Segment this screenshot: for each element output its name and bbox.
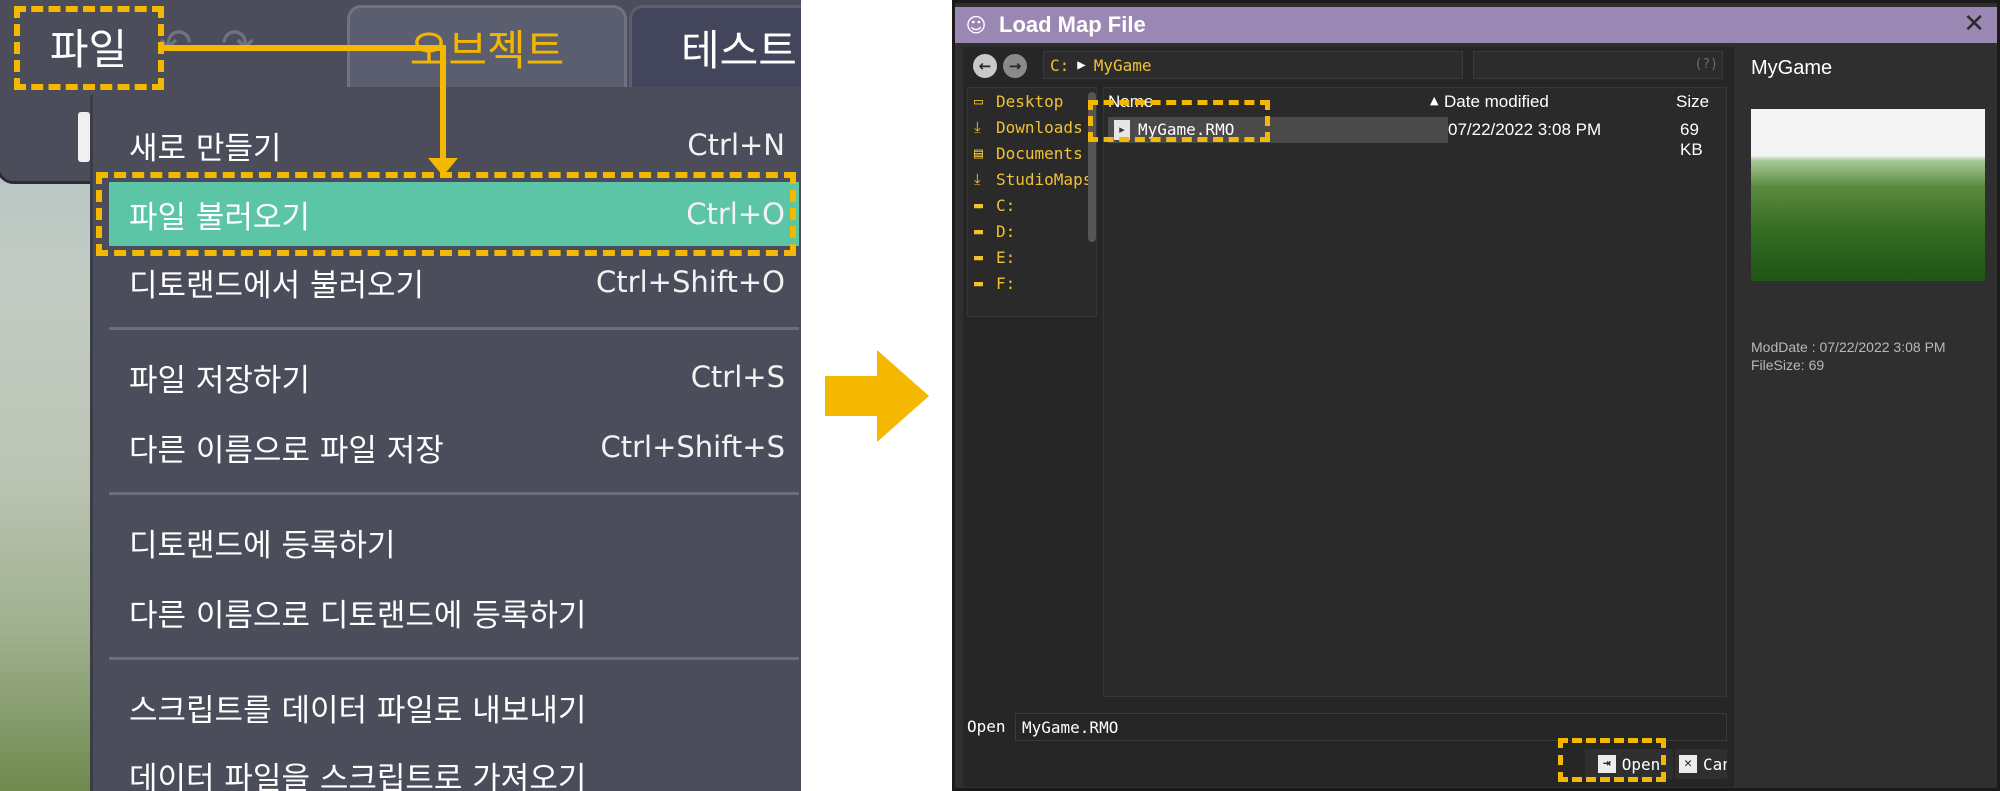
download-icon: ⤓ <box>974 118 981 136</box>
place-label: Documents <box>996 143 1083 163</box>
column-header-date[interactable]: Date modified <box>1444 92 1549 112</box>
place-label: E: <box>996 247 1016 267</box>
guide-arrow-head <box>428 158 458 176</box>
menu-item-shortcut: Ctrl+Shift+O <box>596 265 785 299</box>
path-breadcrumb: C: ▶ MyGame <box>1043 51 1463 79</box>
place-downloads[interactable]: ⤓ Downloads <box>968 114 1096 140</box>
sort-ascending-icon: ▲ <box>1430 94 1439 107</box>
column-header-size[interactable]: Size <box>1676 92 1709 112</box>
filename-input[interactable] <box>1015 713 1727 741</box>
preview-filesize: FileSize: 69 <box>1751 357 1825 373</box>
preview-title: MyGame <box>1751 57 1833 79</box>
cancel-x-icon: ✕ <box>1679 755 1697 773</box>
highlight-load-item <box>96 172 796 256</box>
cancel-button-label: Cancel <box>1703 754 1727 774</box>
download-icon: ⤓ <box>974 170 981 188</box>
place-label: D: <box>996 221 1016 241</box>
editor-view: 파일 ↶ ↷ 오브젝트 테스트 새로 만들기 Ctrl+N 파일 불러오기 Ct… <box>0 0 801 791</box>
guide-arrow-line <box>440 45 446 163</box>
dialog-titlebar[interactable]: ☺ Load Map File ✕ <box>955 7 1997 43</box>
menu-item-export-script[interactable]: 스크립트를 데이터 파일로 내보내기 <box>109 675 799 739</box>
menu-item-publish[interactable]: 디토랜드에 등록하기 <box>109 510 799 574</box>
place-studiomaps[interactable]: ⤓ StudioMaps <box>968 166 1096 192</box>
map-preview-image <box>1751 109 1985 281</box>
dialog-title: Load Map File <box>999 12 1146 37</box>
menu-item-shortcut: Ctrl+Shift+S <box>600 430 785 464</box>
cancel-button[interactable]: ✕ Cancel <box>1675 749 1727 779</box>
menu-item-label: 디토랜드에서 불러오기 <box>129 267 425 304</box>
place-drive-d[interactable]: ▬ D: <box>968 218 1096 244</box>
place-drive-f[interactable]: ▬ F: <box>968 270 1096 296</box>
menu-item-publish-as[interactable]: 다른 이름으로 디토랜드에 등록하기 <box>109 580 799 644</box>
redo-icon[interactable]: ↷ <box>221 21 255 67</box>
highlight-file-row <box>1088 100 1270 142</box>
menu-separator <box>109 327 799 330</box>
filename-label: Open <box>967 717 1006 736</box>
place-label: StudioMaps <box>996 169 1093 189</box>
menu-item-label: 파일 저장하기 <box>129 362 310 399</box>
place-label: Desktop <box>996 91 1064 111</box>
place-drive-c[interactable]: ▬ C: <box>968 192 1096 218</box>
menu-separator <box>109 492 799 495</box>
breadcrumb-folder[interactable]: MyGame <box>1094 56 1152 75</box>
dialog-main: ← → C: ▶ MyGame (?) ▭ Desktop ⤓ Downloads … <box>963 47 1734 787</box>
toolbar-handle <box>78 112 90 162</box>
place-label: Downloads <box>996 117 1083 137</box>
menu-item-save-as[interactable]: 다른 이름으로 파일 저장 Ctrl+Shift+S <box>109 415 799 479</box>
right-arrow-icon <box>825 350 929 442</box>
file-date: 07/22/2022 3:08 PM <box>1448 120 1602 139</box>
guide-arrow-line <box>164 45 446 51</box>
menu-item-save[interactable]: 파일 저장하기 Ctrl+S <box>109 345 799 409</box>
back-icon[interactable]: ← <box>973 54 997 78</box>
menu-item-label: 스크립트를 데이터 파일로 내보내기 <box>129 692 587 729</box>
menu-item-shortcut: Ctrl+S <box>690 360 785 394</box>
search-input[interactable]: (?) <box>1473 51 1723 79</box>
menu-item-label: 다른 이름으로 파일 저장 <box>129 432 444 469</box>
breadcrumb-drive[interactable]: C: <box>1050 56 1069 75</box>
undo-icon[interactable]: ↶ <box>159 21 193 67</box>
places-sidebar: ▭ Desktop ⤓ Downloads ▤ Documents ⤓ StudioMa… <box>967 87 1097 317</box>
place-drive-e[interactable]: ▬ E: <box>968 244 1096 270</box>
drive-icon: ▬ <box>974 222 984 240</box>
place-desktop[interactable]: ▭ Desktop <box>968 88 1096 114</box>
highlight-file-tab <box>14 6 164 90</box>
place-label: C: <box>996 195 1016 215</box>
close-icon[interactable]: ✕ <box>1963 9 1985 39</box>
preview-moddate: ModDate : 07/22/2022 3:08 PM <box>1751 339 1946 355</box>
forward-icon[interactable]: → <box>1003 54 1027 78</box>
menu-separator <box>109 657 799 660</box>
menu-item-import-script[interactable]: 데이터 파일을 스크립트로 가져오기 <box>109 743 799 791</box>
drive-icon: ▬ <box>974 274 984 292</box>
navigation-bar: ← → C: ▶ MyGame (?) <box>967 51 1727 81</box>
file-size: 69 KB <box>1680 120 1703 159</box>
menu-item-shortcut: Ctrl+N <box>687 128 785 162</box>
app-icon: ☺ <box>965 13 987 37</box>
highlight-open-button <box>1558 738 1666 782</box>
preview-panel: MyGame ModDate : 07/22/2022 3:08 PM File… <box>1739 47 1997 787</box>
drive-icon: ▬ <box>974 248 984 266</box>
menu-tab-test[interactable]: 테스트 <box>629 5 801 87</box>
menu-item-label: 새로 만들기 <box>129 130 282 167</box>
place-label: F: <box>996 273 1016 293</box>
document-icon: ▤ <box>974 144 984 162</box>
menu-item-label: 데이터 파일을 스크립트로 가져오기 <box>129 760 587 791</box>
menu-item-load-ditoland[interactable]: 디토랜드에서 불러오기 Ctrl+Shift+O <box>109 250 799 314</box>
drive-icon: ▬ <box>974 196 984 214</box>
place-documents[interactable]: ▤ Documents <box>968 140 1096 166</box>
help-icon[interactable]: (?) <box>1695 57 1718 72</box>
file-list: Name ▲ Date modified Size ▸ MyGame.RMO 0… <box>1103 87 1727 697</box>
breadcrumb-separator-icon: ▶ <box>1077 57 1086 73</box>
menu-item-label: 디토랜드에 등록하기 <box>129 527 396 564</box>
menu-item-label: 다른 이름으로 디토랜드에 등록하기 <box>129 597 587 634</box>
monitor-icon: ▭ <box>974 92 984 110</box>
